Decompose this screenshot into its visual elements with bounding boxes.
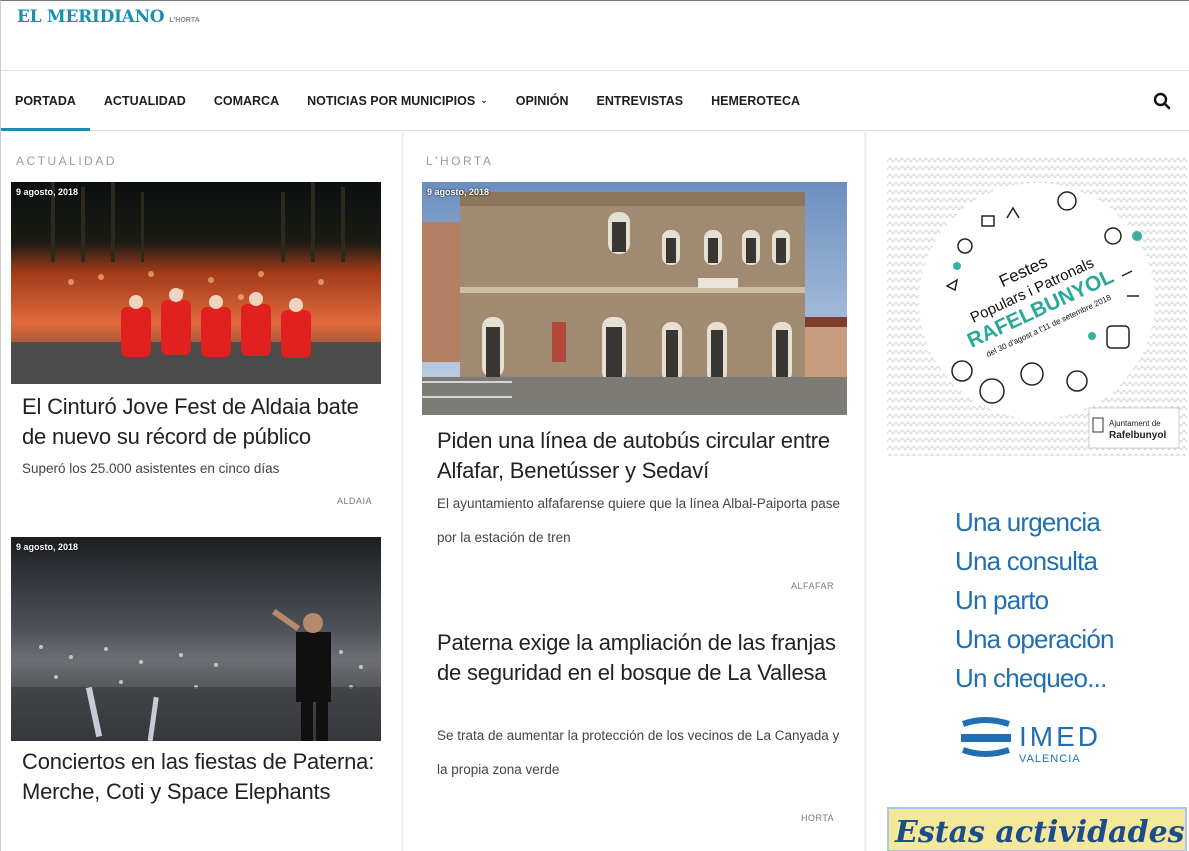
nav-label: HEMEROTECA: [711, 93, 801, 108]
nav-item-hemeroteca[interactable]: HEMEROTECA: [697, 71, 814, 130]
ad-line: Una urgencia: [955, 507, 1101, 537]
article-title[interactable]: Conciertos en las fiestas de Paterna: Me…: [22, 747, 382, 807]
logo-text[interactable]: EL MERIDIANO: [17, 7, 165, 27]
column-actualidad: ACTUALIDAD 9 agosto, 2018 El Cinturó Jov…: [1, 132, 401, 851]
ad-rafelbunyol[interactable]: Festes Populars i Patronals RAFELBUNYOL …: [887, 156, 1187, 456]
nav-item-entrevistas[interactable]: ENTREVISTAS: [583, 71, 698, 130]
article-date: 9 agosto, 2018: [427, 187, 490, 197]
ad-line: Una consulta: [955, 546, 1098, 576]
ad-estas-actividades[interactable]: Estas actividades: [887, 807, 1187, 851]
article-tag[interactable]: ALDAIA: [337, 496, 372, 506]
site-header: EL MERIDIANO L'HORTA: [1, 1, 1189, 71]
article-title[interactable]: Paterna exige la ampliación de las franj…: [437, 628, 847, 688]
article-tag[interactable]: ALFAFAR: [791, 581, 834, 591]
ad-footer-line1: Ajuntament de: [1109, 419, 1161, 428]
imed-city: VALENCIA: [1019, 753, 1081, 765]
ad-imed[interactable]: Una urgencia Una consulta Un parto Una o…: [887, 492, 1187, 792]
article-subtitle: El ayuntamiento alfafarense quiere que l…: [437, 496, 841, 545]
nav-item-comarca[interactable]: COMARCA: [200, 71, 293, 130]
sidebar: Festes Populars i Patronals RAFELBUNYOL …: [867, 132, 1189, 851]
imed-logo: IMED VALENCIA: [961, 717, 1101, 765]
ad-line: Un parto: [955, 585, 1049, 615]
section-title: L'HORTA: [426, 154, 494, 168]
main-nav: PORTADA ACTUALIDAD COMARCA NOTICIAS POR …: [1, 71, 1189, 131]
ad-line: Un chequeo...: [955, 663, 1107, 693]
nav-label: ENTREVISTAS: [596, 93, 684, 108]
article-tag[interactable]: HORTA: [801, 813, 834, 823]
site-logo[interactable]: EL MERIDIANO L'HORTA: [17, 7, 200, 27]
nav-label: COMARCA: [213, 93, 280, 108]
article-title[interactable]: El Cinturó Jove Fest de Aldaia bate de n…: [22, 392, 382, 452]
nav-item-actualidad[interactable]: ACTUALIDAD: [90, 71, 200, 130]
ad3-text: Estas actividades: [895, 815, 1185, 850]
section-title: ACTUALIDAD: [16, 154, 118, 168]
article-image[interactable]: 9 agosto, 2018: [11, 537, 381, 741]
ad-line: Una operación: [955, 624, 1115, 654]
article-image[interactable]: 9 agosto, 2018: [11, 182, 381, 384]
article-subtitle: Superó los 25.000 asistentes en cinco dí…: [22, 461, 280, 476]
rafelbunyol-festes-banner: Festes Populars i Patronals RAFELBUNYOL …: [887, 156, 1187, 456]
nav-label: NOTICIAS POR MUNICIPIOS: [307, 93, 476, 108]
search-icon[interactable]: [1153, 92, 1171, 110]
article-image[interactable]: 9 agosto, 2018: [422, 182, 847, 415]
nav-label: OPINIÓN: [515, 93, 569, 108]
article-date: 9 agosto, 2018: [16, 187, 79, 197]
article-subtitle: Se trata de aumentar la protección de lo…: [437, 728, 840, 777]
logo-subtitle: L'HORTA: [169, 17, 200, 24]
nav-item-municipios[interactable]: NOTICIAS POR MUNICIPIOS ⌄: [293, 71, 502, 130]
content-area: ACTUALIDAD 9 agosto, 2018 El Cinturó Jov…: [1, 132, 1189, 851]
nav-label: ACTUALIDAD: [103, 93, 186, 108]
ad-footer-line2: Rafelbunyol: [1109, 430, 1166, 441]
train-station-photo: [422, 182, 847, 415]
imed-brand: IMED: [1019, 721, 1101, 752]
chevron-down-icon: ⌄: [480, 95, 488, 105]
nav-item-portada[interactable]: PORTADA: [1, 71, 90, 131]
column-lhorta: L'HORTA 9 agosto, 2018 Piden una línea d…: [404, 132, 864, 851]
concert-crowd-photo: [11, 182, 381, 384]
nav-label: PORTADA: [15, 93, 76, 108]
nav-item-opinion[interactable]: OPINIÓN: [502, 71, 583, 130]
article-date: 9 agosto, 2018: [16, 542, 79, 552]
article-title[interactable]: Piden una línea de autobús circular entr…: [437, 426, 847, 486]
paterna-concert-photo: [11, 537, 381, 741]
